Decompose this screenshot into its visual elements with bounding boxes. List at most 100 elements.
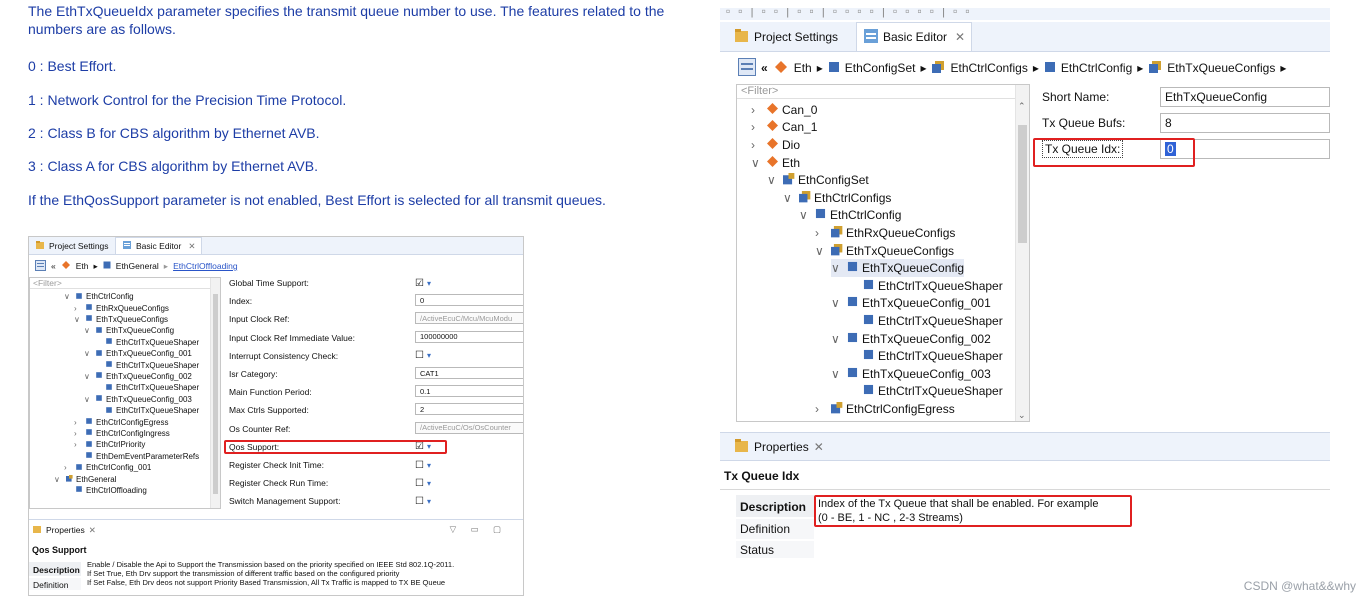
big-props-tab[interactable]: Properties ✕ xyxy=(734,438,824,456)
big-tab-basic-editor[interactable]: Basic Editor ✕ xyxy=(856,22,973,51)
back-icon[interactable]: « xyxy=(51,261,56,271)
props-side-status[interactable]: Status xyxy=(736,541,814,558)
toolbar-icons[interactable]: ▫▫|▫▫|▫▫|▫▫▫▫|▫▫▫▫|▫▫ xyxy=(726,8,978,18)
chevron-right-icon[interactable]: › xyxy=(751,120,763,134)
close-icon[interactable]: ✕ xyxy=(89,525,96,536)
view-controls-icon[interactable]: ▽ ▭ ▢ xyxy=(450,524,507,535)
chevron-right-icon[interactable]: › xyxy=(74,429,82,438)
checkbox-with-dropdown[interactable]: ☐ ▾ xyxy=(415,350,431,362)
back-icon[interactable]: « xyxy=(761,61,768,75)
small-props-tab[interactable]: Properties ✕ xyxy=(29,524,96,536)
chevron-down-icon[interactable]: ∨ xyxy=(84,395,92,404)
scroll-down-icon[interactable]: ⌄ xyxy=(1018,410,1026,421)
checkbox[interactable]: ☑ xyxy=(415,278,424,289)
scroll-thumb[interactable] xyxy=(1018,125,1027,243)
tree-node[interactable]: ∨ EthTxQueueConfig_003 xyxy=(84,394,192,405)
tree-node[interactable]: EthCtrlTxQueueShaper xyxy=(847,383,1003,401)
tree-node[interactable]: ∨ EthTxQueueConfigs xyxy=(74,314,168,325)
breadcrumb-item[interactable]: EthTxQueueConfigs xyxy=(1167,61,1275,75)
tree-node[interactable]: › EthCtrlConfig_001 xyxy=(64,462,151,473)
chevron-right-icon[interactable]: › xyxy=(74,304,82,313)
props-side-description[interactable]: Description xyxy=(29,562,81,576)
props-side-description[interactable]: Description xyxy=(736,495,814,517)
tree-node[interactable]: ∨ EthConfigSet xyxy=(767,171,869,189)
chevron-right-icon[interactable]: › xyxy=(751,103,763,117)
text-field[interactable]: /ActiveEcuC/Os/OsCounter xyxy=(415,421,523,434)
tree-node[interactable]: ∨ EthTxQueueConfig xyxy=(84,325,174,336)
tree-node[interactable]: ∨ EthTxQueueConfig_001 xyxy=(831,295,991,313)
breadcrumb-item[interactable]: EthGeneral xyxy=(116,261,159,271)
text-field[interactable]: /ActiveEcuC/Mcu/McuModu xyxy=(415,312,523,325)
chevron-right-icon[interactable]: › xyxy=(751,138,763,152)
tree-node[interactable]: ∨ EthCtrlConfigs xyxy=(783,189,891,207)
tree-node[interactable]: › EthRxQueueConfigs xyxy=(74,302,169,313)
tree-node[interactable]: ∨ EthTxQueueConfig_002 xyxy=(84,371,192,382)
text-field[interactable]: 0 xyxy=(415,294,523,307)
small-filter-input[interactable]: <Filter> xyxy=(30,278,220,289)
tree-node[interactable]: › EthRxQueueConfigs xyxy=(815,224,955,242)
tree-node[interactable]: EthCtrlTxQueueShaper xyxy=(847,347,1003,365)
checkbox[interactable]: ☐ xyxy=(415,460,424,471)
dropdown-arrow-icon[interactable]: ▾ xyxy=(427,279,431,288)
text-field[interactable]: 2 xyxy=(415,403,523,416)
tree-node[interactable]: ∨ EthGeneral xyxy=(54,473,116,484)
checkbox-with-dropdown[interactable]: ☐ ▾ xyxy=(415,495,431,507)
chevron-down-icon[interactable]: ∨ xyxy=(831,261,843,275)
checkbox-with-dropdown[interactable]: ☐ ▾ xyxy=(415,459,431,471)
chevron-down-icon[interactable]: ∨ xyxy=(84,349,92,358)
text-field[interactable]: 100000000 xyxy=(415,330,523,343)
dropdown-arrow-icon[interactable]: ▾ xyxy=(427,479,431,488)
dropdown-arrow-icon[interactable]: ▾ xyxy=(427,497,431,506)
tree-node[interactable]: › EthCtrlConfigEgress xyxy=(74,416,168,427)
props-side-definition[interactable]: Definition xyxy=(29,578,81,590)
tree-node[interactable]: EthCtrlOffloading xyxy=(64,485,147,496)
tree-node[interactable]: › Can_1 xyxy=(751,119,817,137)
scroll-up-icon[interactable]: ⌃ xyxy=(1018,101,1026,112)
chevron-down-icon[interactable]: ∨ xyxy=(751,156,763,170)
breadcrumb-item[interactable]: EthCtrlConfig xyxy=(1061,61,1132,75)
tree-node[interactable]: ∨ EthTxQueueConfig_001 xyxy=(84,348,192,359)
text-field[interactable]: EthTxQueueConfig xyxy=(1160,87,1330,107)
chevron-down-icon[interactable]: ∨ xyxy=(831,367,843,381)
breadcrumb-item[interactable]: Eth xyxy=(76,261,89,271)
chevron-down-icon[interactable]: ∨ xyxy=(74,315,82,324)
text-field[interactable]: 8 xyxy=(1160,113,1330,133)
tree-node[interactable]: ∨ EthTxQueueConfig_003 xyxy=(831,365,991,383)
text-field[interactable]: CAT1 xyxy=(415,367,523,379)
small-tree-scrollbar[interactable] xyxy=(210,278,220,508)
dropdown-arrow-icon[interactable]: ▾ xyxy=(427,351,431,360)
chevron-down-icon[interactable]: ∨ xyxy=(84,326,92,335)
tree-node[interactable]: ∨ EthTxQueueConfigs xyxy=(815,242,954,260)
breadcrumb-item[interactable]: EthConfigSet xyxy=(845,61,916,75)
tree-node[interactable]: › Dio xyxy=(751,136,800,154)
close-icon[interactable]: ✕ xyxy=(955,30,965,44)
checkbox[interactable]: ☐ xyxy=(415,478,424,489)
chevron-down-icon[interactable]: ∨ xyxy=(831,332,843,346)
tree-node[interactable]: › Can_0 xyxy=(751,101,817,119)
breadcrumb-item[interactable]: Eth xyxy=(794,61,812,75)
tree-node[interactable]: ∨ EthTxQueueConfig_002 xyxy=(831,330,991,348)
chevron-right-icon[interactable]: › xyxy=(815,402,827,416)
checkbox-with-dropdown[interactable]: ☐ ▾ xyxy=(415,477,431,489)
tree-node[interactable]: EthCtrlTxQueueShaper xyxy=(94,405,199,416)
tree-node[interactable]: EthCtrlTxQueueShaper xyxy=(94,382,199,393)
close-icon[interactable]: ✕ xyxy=(188,241,195,252)
chevron-down-icon[interactable]: ∨ xyxy=(767,173,779,187)
chevron-down-icon[interactable]: ∨ xyxy=(783,191,795,205)
chevron-down-icon[interactable]: ∨ xyxy=(815,244,827,258)
tree-node[interactable]: ∨ Eth xyxy=(751,154,800,172)
chevron-right-icon[interactable]: › xyxy=(64,463,72,472)
chevron-down-icon[interactable]: ∨ xyxy=(64,292,72,301)
big-tab-project-settings[interactable]: Project Settings xyxy=(728,22,844,51)
tree-node[interactable]: ∨ EthCtrlConfig xyxy=(64,291,134,302)
tree-node[interactable]: EthDemEventParameterRefs xyxy=(74,451,199,462)
scroll-thumb[interactable] xyxy=(213,294,218,494)
big-tree-scrollbar[interactable]: ⌃ ⌄ xyxy=(1015,85,1029,421)
dropdown-arrow-icon[interactable]: ▾ xyxy=(427,461,431,470)
chevron-down-icon[interactable]: ∨ xyxy=(54,475,62,484)
chevron-right-icon[interactable]: › xyxy=(74,418,82,427)
tree-node[interactable]: › EthCtrlConfigIngress xyxy=(74,428,170,439)
tree-node[interactable]: ∨ EthCtrlConfig xyxy=(799,207,901,225)
breadcrumb-item-current[interactable]: EthCtrlOffloading xyxy=(173,261,238,271)
close-icon[interactable]: ✕ xyxy=(814,440,824,454)
